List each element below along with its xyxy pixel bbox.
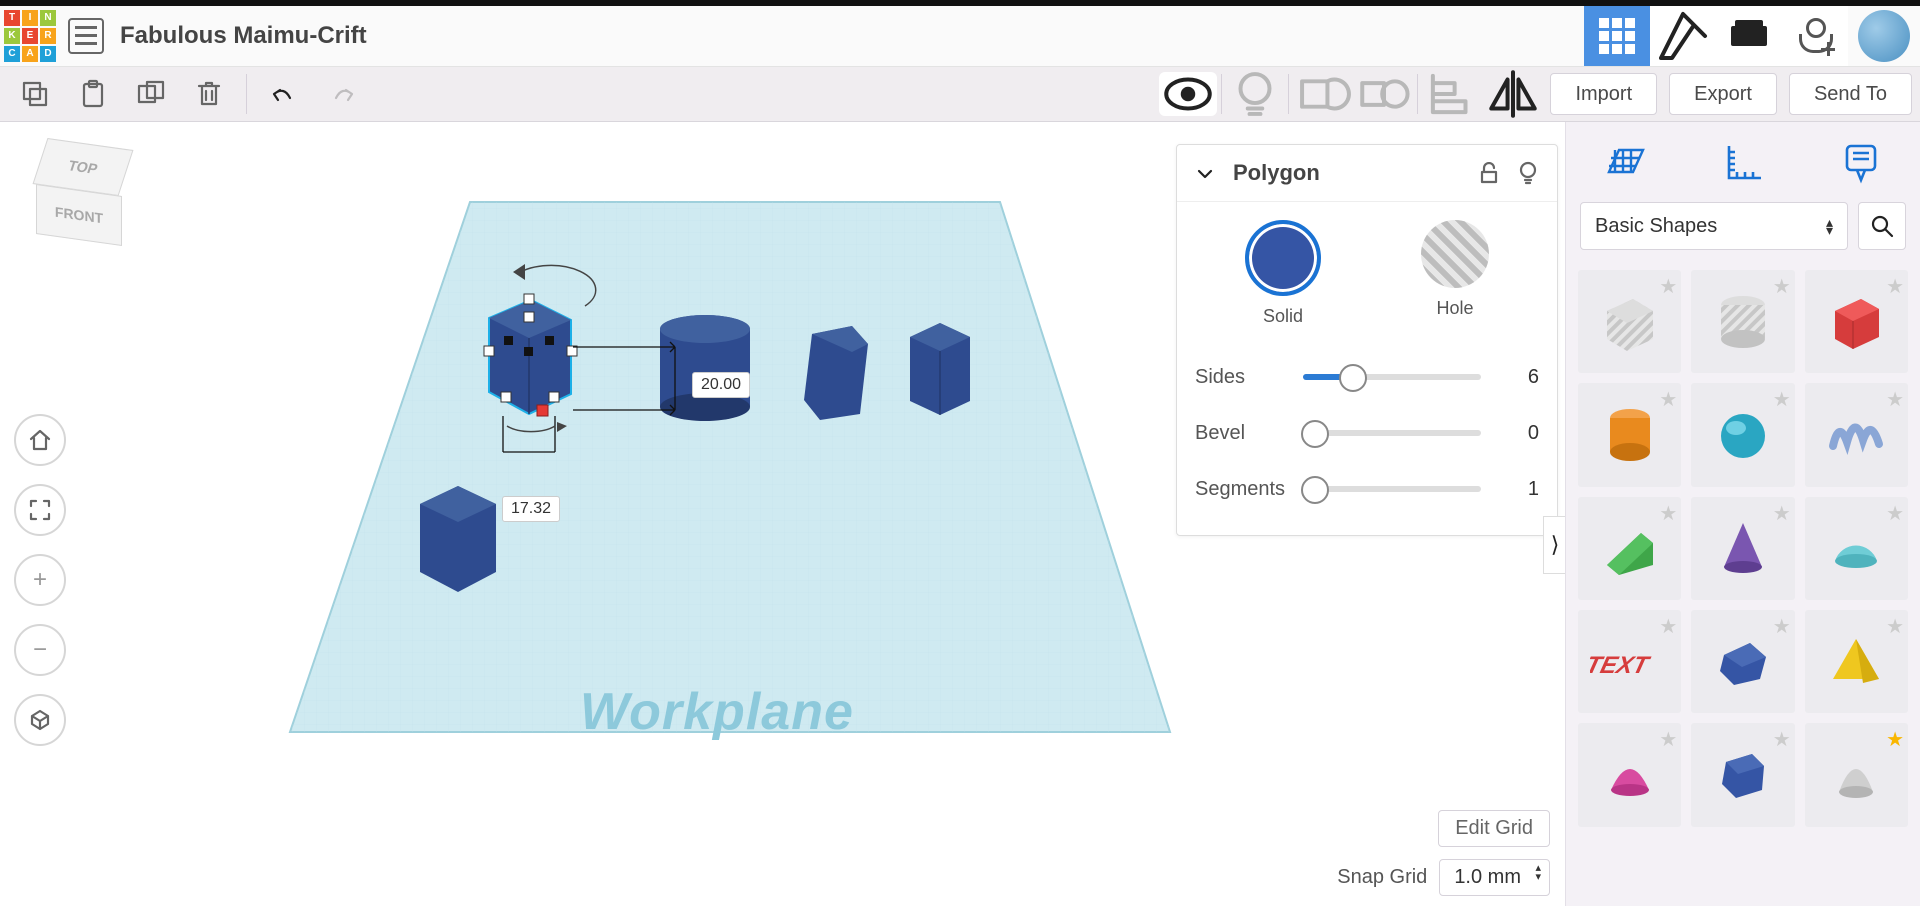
shape-cylinder-hole[interactable]: ★ <box>1691 270 1794 373</box>
zoom-in-button[interactable]: + <box>14 554 66 606</box>
param-segments-label: Segments <box>1195 478 1287 501</box>
shape-box[interactable]: ★ <box>1805 270 1908 373</box>
shape-scribble[interactable]: ★ <box>1805 383 1908 486</box>
copy-button[interactable] <box>6 67 64 121</box>
align-button[interactable] <box>1422 72 1480 116</box>
shape-paraboloid-grey[interactable]: ★ <box>1805 723 1908 826</box>
viewcube-front[interactable]: FRONT <box>36 184 122 246</box>
snap-grid-select[interactable]: 1.0 mm ▴▾ <box>1439 859 1550 896</box>
dimension-width[interactable]: 17.32 <box>502 496 560 522</box>
mode-3d-button[interactable] <box>1584 6 1650 66</box>
shape-half-sphere[interactable]: ★ <box>1805 497 1908 600</box>
svg-text:TEXT: TEXT <box>1590 652 1653 679</box>
tinkercad-logo[interactable]: TIN KER CAD <box>0 6 60 66</box>
undo-button[interactable] <box>255 67 313 121</box>
mode-bricks-button[interactable] <box>1716 6 1782 66</box>
param-bevel-label: Bevel <box>1195 422 1287 445</box>
inspector-title: Polygon <box>1233 160 1461 186</box>
user-avatar[interactable] <box>1858 10 1910 62</box>
zoom-out-button[interactable]: − <box>14 624 66 676</box>
workplane-label: Workplane <box>580 682 854 742</box>
snap-grid-label: Snap Grid <box>1337 866 1427 889</box>
collaborate-button[interactable] <box>1782 6 1848 66</box>
workplane[interactable]: Workplane 20.00 17.32 <box>280 172 1180 792</box>
sides-value[interactable]: 6 <box>1497 366 1539 389</box>
shape-search-button[interactable] <box>1858 202 1906 250</box>
shape-polygon2[interactable]: ★ <box>1691 723 1794 826</box>
shape-text[interactable]: ★ TEXT <box>1578 610 1681 713</box>
shape-roof[interactable]: ★ <box>1578 497 1681 600</box>
shape-pyramid[interactable]: ★ <box>1805 610 1908 713</box>
sidebar-collapse-button[interactable]: ⟩ <box>1543 516 1566 574</box>
lock-icon[interactable] <box>1479 162 1499 184</box>
shape-category-select[interactable]: Basic Shapes ▴▾ <box>1580 202 1848 250</box>
view-cube[interactable]: TOP FRONT <box>30 140 130 240</box>
hole-option[interactable]: Hole <box>1421 220 1489 327</box>
collapse-icon[interactable] <box>1195 163 1215 183</box>
shape-cylinder[interactable]: ★ <box>1578 383 1681 486</box>
edit-grid-button[interactable]: Edit Grid <box>1438 810 1550 847</box>
bulb-button[interactable] <box>1226 72 1284 116</box>
project-title[interactable]: Fabulous Maimu-Crift <box>120 22 1584 50</box>
inspector-panel: Polygon Solid Hole Sides 6 Bev <box>1176 144 1558 536</box>
shape-paraboloid-pink[interactable]: ★ <box>1578 723 1681 826</box>
snap-grid-value: 1.0 mm <box>1454 866 1521 888</box>
bevel-value[interactable]: 0 <box>1497 422 1539 445</box>
dimension-height[interactable]: 20.00 <box>692 372 750 398</box>
redo-button[interactable] <box>313 67 371 121</box>
duplicate-button[interactable] <box>122 67 180 121</box>
canvas-area[interactable]: TOP FRONT + − <box>0 122 1920 906</box>
segments-value[interactable]: 1 <box>1497 478 1539 501</box>
sides-slider[interactable] <box>1303 374 1481 380</box>
bevel-slider[interactable] <box>1303 430 1481 436</box>
shape-polygon[interactable]: ★ <box>1691 610 1794 713</box>
tab-ruler-icon[interactable] <box>1717 136 1769 188</box>
mirror-button[interactable] <box>1484 72 1542 116</box>
shape-cone[interactable]: ★ <box>1691 497 1794 600</box>
notes-visible-button[interactable] <box>1159 72 1217 116</box>
top-header: TIN KER CAD Fabulous Maimu-Crift <box>0 6 1920 67</box>
ungroup-button[interactable] <box>1355 72 1413 116</box>
solid-option[interactable]: Solid <box>1245 220 1321 327</box>
fit-view-button[interactable] <box>14 484 66 536</box>
shape-box-hole[interactable]: ★ <box>1578 270 1681 373</box>
hole-label: Hole <box>1436 298 1473 319</box>
shape-category-label: Basic Shapes <box>1595 215 1717 238</box>
main-toolbar: Import Export Send To <box>0 67 1920 122</box>
home-view-button[interactable] <box>14 414 66 466</box>
shape-sphere[interactable]: ★ <box>1691 383 1794 486</box>
tab-notes-icon[interactable] <box>1835 136 1887 188</box>
mode-blocks-button[interactable] <box>1650 6 1716 66</box>
shapes-sidebar: Basic Shapes ▴▾ ★ ★ ★ ★ ★ <box>1565 122 1920 906</box>
solid-label: Solid <box>1263 306 1303 327</box>
param-sides-label: Sides <box>1195 366 1287 389</box>
ortho-button[interactable] <box>14 694 66 746</box>
shape-palette: ★ ★ ★ ★ ★ ★ ★ ★ <box>1566 262 1920 906</box>
tab-workplane-icon[interactable] <box>1599 136 1651 188</box>
delete-button[interactable] <box>180 67 238 121</box>
group-button[interactable] <box>1293 72 1351 116</box>
design-list-icon[interactable] <box>68 18 104 54</box>
segments-slider[interactable] <box>1303 486 1481 492</box>
export-button[interactable]: Export <box>1669 73 1777 115</box>
lightbulb-icon[interactable] <box>1517 161 1539 185</box>
sendto-button[interactable]: Send To <box>1789 73 1912 115</box>
paste-button[interactable] <box>64 67 122 121</box>
import-button[interactable]: Import <box>1550 73 1657 115</box>
